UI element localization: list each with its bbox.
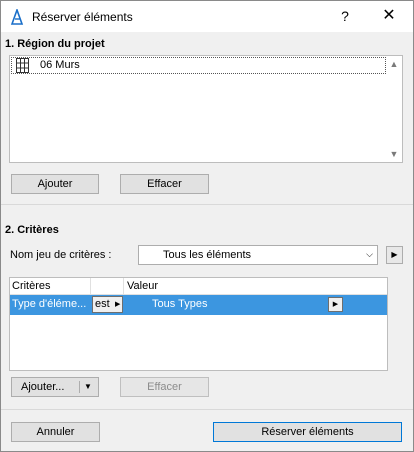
column-header-criteria: Critères: [12, 280, 51, 292]
archicad-app-icon: [10, 9, 24, 25]
column-divider: [90, 278, 91, 294]
chevron-down-icon[interactable]: ▼: [84, 378, 92, 396]
section-title-criteria: 2. Critères: [5, 224, 59, 236]
reserve-elements-dialog: Réserver éléments ? ✕ 1. Région du proje…: [0, 0, 414, 452]
help-button[interactable]: ?: [337, 7, 353, 25]
criteria-set-menu-button[interactable]: ▶: [386, 246, 403, 264]
table-row[interactable]: Type d'éléme... est ▶ Tous Types ▶: [10, 295, 387, 315]
value-menu-button[interactable]: ▶: [328, 297, 343, 312]
play-arrow-icon: ▶: [391, 250, 398, 259]
add-region-button[interactable]: Ajouter: [11, 174, 99, 194]
add-criteria-label: Ajouter...: [21, 381, 65, 393]
list-item-label: 06 Murs: [40, 59, 80, 71]
chevron-down-icon: ⌵: [366, 249, 373, 259]
section-title-region: 1. Région du projet: [5, 38, 105, 50]
title-bar: Réserver éléments ? ✕: [1, 1, 413, 32]
scroll-up-icon[interactable]: ▲: [389, 59, 399, 69]
play-arrow-icon: ▶: [115, 301, 121, 308]
criteria-set-label: Nom jeu de critères :: [10, 249, 112, 261]
scroll-down-icon[interactable]: ▼: [389, 149, 399, 159]
list-item[interactable]: 06 Murs: [11, 57, 386, 74]
operator-label: est: [95, 298, 110, 310]
wall-grid-icon: [16, 58, 29, 73]
column-header-value: Valeur: [127, 280, 158, 292]
criteria-section: 2. Critères Nom jeu de critères : Tous l…: [1, 205, 413, 401]
play-arrow-icon: ▶: [332, 301, 339, 308]
clear-criteria-button[interactable]: Effacer: [120, 377, 209, 397]
footer-divider: [1, 409, 413, 410]
criteria-set-value: Tous les éléments: [163, 249, 252, 261]
clear-region-button[interactable]: Effacer: [120, 174, 209, 194]
criteria-cell: Type d'éléme...: [12, 298, 87, 310]
operator-button[interactable]: est ▶: [92, 296, 123, 313]
window-title: Réserver éléments: [32, 10, 133, 24]
vertical-scrollbar[interactable]: ▲ ▼: [387, 57, 401, 161]
value-cell: Tous Types: [152, 298, 208, 310]
split-divider: [79, 381, 80, 393]
reserve-elements-button[interactable]: Réserver éléments: [213, 422, 402, 442]
project-region-section: 1. Région du projet 06 Murs ▲ ▼ Ajouter …: [1, 32, 413, 204]
cancel-button[interactable]: Annuler: [11, 422, 100, 442]
close-icon[interactable]: ✕: [381, 7, 397, 25]
criteria-table: Critères Valeur Type d'éléme... est ▶ To…: [9, 277, 388, 371]
criteria-set-select[interactable]: Tous les éléments ⌵: [138, 245, 378, 265]
region-list[interactable]: 06 Murs ▲ ▼: [9, 55, 403, 163]
add-criteria-button[interactable]: Ajouter... ▼: [11, 377, 99, 397]
column-divider: [123, 278, 124, 294]
table-header: Critères Valeur: [10, 278, 387, 295]
